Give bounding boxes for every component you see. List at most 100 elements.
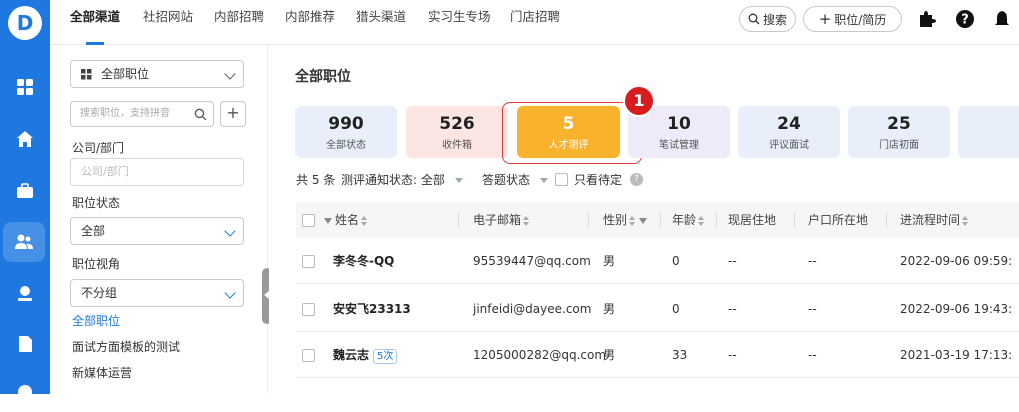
status-select-value: 全部: [81, 224, 106, 238]
col-entry-time[interactable]: 进流程时间: [900, 202, 969, 238]
notify-filter-label: 测评通知状态:: [341, 173, 418, 187]
candidate-entry-time: 2022-09-06 09:59:: [900, 254, 1013, 268]
help-icon[interactable]: ?: [955, 9, 975, 29]
position-search-input[interactable]: 搜索职位，支持拼音: [70, 101, 214, 127]
col-hukou[interactable]: 户口所在地: [808, 202, 868, 238]
main-content: 全部职位 990 全部状态 526 收件箱 5 人才测评 10 笔试管理 24 …: [269, 45, 1019, 394]
row-checkbox[interactable]: [302, 349, 315, 362]
row-checkbox[interactable]: [302, 303, 315, 316]
table-row[interactable]: 魏云志 5次 1205000282@qq.com 男 33 -- -- 2021-…: [296, 332, 1019, 378]
tab-label: 猎头渠道: [356, 9, 407, 24]
tab-social-sites[interactable]: 社招网站: [143, 0, 193, 45]
candidate-residence: --: [728, 348, 737, 362]
tab-referral[interactable]: 内部推荐: [285, 0, 335, 45]
tab-intern[interactable]: 实习生专场: [428, 0, 491, 45]
position-item[interactable]: 新媒体运营: [72, 364, 132, 381]
total-count: 共 5 条: [296, 173, 336, 187]
rail-candidates[interactable]: [3, 222, 45, 262]
col-name[interactable]: 姓名: [324, 202, 368, 238]
search-icon: [194, 108, 207, 121]
col-label: 进流程时间: [900, 213, 961, 227]
help-icon[interactable]: ?: [630, 173, 643, 186]
candidate-age: 0: [672, 302, 680, 316]
svg-text:?: ?: [961, 13, 969, 28]
col-gender[interactable]: 性别: [603, 202, 650, 238]
tab-store[interactable]: 门店招聘: [510, 0, 560, 45]
rail-jobs[interactable]: [0, 171, 50, 211]
home-icon: [17, 131, 33, 147]
search-button[interactable]: 搜索: [739, 6, 796, 32]
table-row[interactable]: 安安飞23313 jinfeidi@dayee.com 男 0 -- -- 20…: [296, 286, 1019, 332]
stage-card-store-interview[interactable]: 25 门店初面: [848, 106, 950, 158]
candidate-age: 0: [672, 254, 680, 268]
stage-count: 24: [777, 114, 801, 134]
candidate-name[interactable]: 魏云志 5次: [333, 332, 398, 378]
stage-label: 门店初面: [879, 140, 919, 151]
briefcase-icon: [17, 183, 33, 198]
candidate-name[interactable]: 李冬冬-QQ: [333, 238, 394, 284]
pending-only-label: 只看待定: [574, 173, 623, 187]
tab-headhunter[interactable]: 猎头渠道: [356, 0, 406, 45]
position-scope-select[interactable]: 全部职位: [70, 60, 244, 88]
stage-label: 人才测评: [548, 140, 589, 151]
candidate-hukou: --: [808, 254, 817, 268]
stage-card-all[interactable]: 990 全部状态: [295, 106, 397, 158]
notify-status-filter[interactable]: 测评通知状态: 全部: [341, 171, 463, 188]
answer-status-filter[interactable]: 答题状态: [482, 171, 548, 188]
rail-talent[interactable]: [0, 273, 50, 313]
filter-icon: [324, 217, 332, 224]
tab-all-channels[interactable]: 全部渠道: [70, 0, 120, 45]
stage-card-inbox[interactable]: 526 收件箱: [406, 106, 508, 158]
stage-card-more[interactable]: [958, 106, 1019, 158]
col-residence[interactable]: 现居住地: [728, 202, 776, 238]
col-email[interactable]: 电子邮箱: [473, 202, 530, 238]
position-item-all[interactable]: 全部职位: [72, 312, 120, 329]
candidate-entry-time: 2021-03-19 17:13:: [900, 348, 1013, 362]
view-select-value: 不分组: [81, 286, 118, 300]
search-icon: [748, 13, 760, 25]
rail-dashboard[interactable]: [0, 67, 50, 107]
notify-filter-value: 全部: [420, 173, 445, 187]
stage-label: 收件箱: [442, 140, 472, 151]
tab-label: 门店招聘: [510, 9, 561, 24]
rail-settings[interactable]: [0, 372, 50, 412]
sort-icon: [962, 215, 969, 226]
candidate-age: 33: [672, 348, 688, 362]
top-nav: 全部渠道 社招网站 内部招聘 内部推荐 猎头渠道 实习生专场 门店招聘 搜索 +…: [50, 0, 1019, 45]
stage-card-assessment[interactable]: 5 人才测评: [517, 106, 620, 158]
stage-card-review-interview[interactable]: 24 评议面试: [738, 106, 840, 158]
col-label: 性别: [603, 213, 628, 227]
status-select[interactable]: 全部: [70, 217, 244, 245]
table-row[interactable]: 李冬冬-QQ 95539447@qq.com 男 0 -- -- 2022-09…: [296, 238, 1019, 284]
select-all-checkbox[interactable]: [302, 214, 315, 227]
add-position-button[interactable]: +: [220, 101, 246, 127]
chevron-down-icon: [224, 287, 236, 299]
puzzle-icon[interactable]: [916, 9, 936, 29]
sort-icon: [523, 215, 530, 226]
view-select[interactable]: 不分组: [70, 279, 244, 307]
rail-home[interactable]: [0, 119, 50, 159]
status-label: 职位状态: [72, 196, 121, 210]
bell-icon[interactable]: [992, 9, 1012, 29]
pending-only-checkbox[interactable]: [555, 173, 568, 186]
table-header: 姓名 电子邮箱 性别 年龄 现居住地 户口所在地 进流程时间: [296, 202, 1019, 238]
app-logo[interactable]: D: [8, 6, 42, 40]
apply-count-tag: 5次: [373, 349, 398, 364]
tab-label: 实习生专场: [428, 9, 491, 24]
candidate-residence: --: [728, 254, 737, 268]
sort-icon: [629, 215, 636, 226]
sort-icon: [698, 215, 705, 226]
add-position-resume-button[interactable]: + 职位/简历: [803, 6, 902, 32]
row-checkbox[interactable]: [302, 255, 315, 268]
position-item[interactable]: 面试方面模板的测试: [72, 338, 180, 355]
candidate-email: jinfeidi@dayee.com: [473, 302, 592, 316]
col-label: 年龄: [672, 213, 697, 227]
candidate-name[interactable]: 安安飞23313: [333, 286, 411, 332]
tab-internal[interactable]: 内部招聘: [214, 0, 264, 45]
company-input[interactable]: 公司/部门: [70, 158, 244, 186]
company-label: 公司/部门: [72, 141, 125, 155]
rail-reports[interactable]: [0, 324, 50, 364]
candidate-residence: --: [728, 302, 737, 316]
stage-count: 5: [562, 114, 575, 134]
col-age[interactable]: 年龄: [672, 202, 705, 238]
